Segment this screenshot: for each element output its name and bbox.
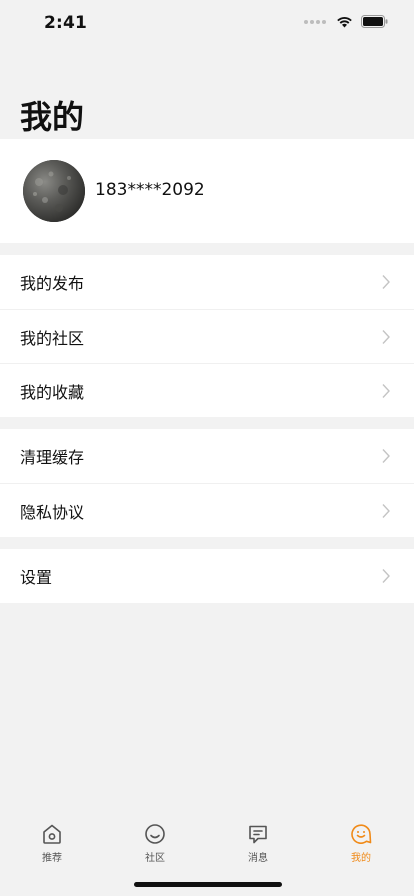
chevron-right-icon: [382, 383, 390, 398]
home-indicator[interactable]: [134, 882, 282, 887]
chevron-right-icon: [382, 329, 390, 344]
menu-group-content: 我的发布 我的社区 我的收藏: [0, 255, 414, 417]
tab-recommend[interactable]: 推荐: [12, 822, 92, 864]
menu-item-label: 隐私协议: [20, 502, 85, 522]
cellular-signal-icon: [304, 19, 326, 24]
chevron-right-icon: [382, 449, 390, 464]
chevron-right-icon: [382, 275, 390, 290]
status-time: 2:41: [44, 13, 88, 33]
menu-group-system: 清理缓存 隐私协议: [0, 429, 414, 537]
tab-messages[interactable]: 消息: [218, 822, 298, 864]
menu-item-my-community[interactable]: 我的社区: [0, 309, 414, 363]
smile-icon: [143, 822, 167, 846]
tab-label: 消息: [248, 853, 268, 864]
profile-card[interactable]: 183****2092: [0, 139, 414, 243]
chevron-right-icon: [382, 569, 390, 584]
message-icon: [246, 822, 270, 846]
status-bar: 2:41: [0, 0, 414, 44]
menu-item-privacy-policy[interactable]: 隐私协议: [0, 483, 414, 537]
home-icon: [40, 822, 64, 846]
profile-face-icon: [349, 822, 373, 846]
tab-label: 我的: [351, 853, 371, 864]
menu-item-label: 设置: [20, 568, 53, 587]
menu-item-label: 我的发布: [20, 274, 85, 293]
menu-item-my-posts[interactable]: 我的发布: [0, 255, 414, 309]
tab-label: 推荐: [42, 853, 62, 864]
menu-item-settings[interactable]: 设置: [0, 549, 414, 603]
menu-item-label: 我的收藏: [20, 382, 85, 402]
tab-label: 社区: [145, 853, 165, 864]
tab-community[interactable]: 社区: [115, 822, 195, 864]
menu-item-label: 我的社区: [20, 328, 85, 348]
battery-icon: [361, 15, 388, 28]
chevron-right-icon: [382, 503, 390, 518]
wifi-icon: [336, 16, 353, 28]
page-title: 我的: [20, 98, 85, 136]
user-phone: 183****2092: [95, 180, 205, 200]
menu-item-my-favorites[interactable]: 我的收藏: [0, 363, 414, 417]
tab-mine[interactable]: 我的: [321, 822, 401, 864]
menu-item-label: 清理缓存: [20, 448, 85, 467]
status-indicators: [304, 15, 388, 28]
avatar[interactable]: [23, 160, 85, 222]
menu-group-settings: 设置: [0, 549, 414, 603]
menu-item-clear-cache[interactable]: 清理缓存: [0, 429, 414, 483]
